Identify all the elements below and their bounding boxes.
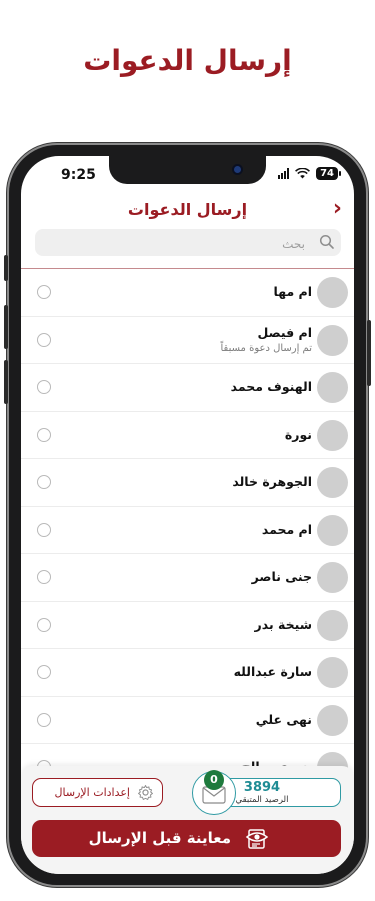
nav-title: إرسال الدعوات: [127, 200, 248, 219]
search-input[interactable]: [43, 229, 307, 258]
avatar: [317, 419, 348, 451]
avatar: [317, 324, 348, 356]
avatar: [317, 372, 348, 403]
select-radio[interactable]: [37, 332, 51, 347]
preview-before-send-button[interactable]: معاينة قبل الإرسال: [32, 820, 341, 857]
avatar: [317, 514, 348, 546]
avatar: [317, 562, 348, 593]
contact-row[interactable]: نورة: [21, 412, 354, 459]
contact-row[interactable]: الجوهرة خالد: [21, 459, 354, 507]
contact-list: ام مها ام فيصل تم إرسال دعوة مسبقاً الهن…: [21, 269, 354, 792]
contact-name: الجوهرة خالد: [232, 474, 312, 489]
notch: [109, 156, 266, 184]
eye-document-icon: [245, 829, 269, 849]
contact-row[interactable]: نهى علي: [21, 697, 354, 744]
send-settings-label: إعدادات الإرسال: [54, 786, 130, 799]
invite-count-indicator: 0: [192, 770, 236, 815]
preview-label: معاينة قبل الإرسال: [88, 829, 231, 847]
contact-row[interactable]: ام محمد: [21, 507, 354, 554]
select-radio[interactable]: [37, 427, 51, 442]
select-radio[interactable]: [37, 475, 51, 489]
contact-name: ام محمد: [261, 521, 312, 537]
contact-name: جنى ناصر: [251, 569, 312, 584]
select-radio[interactable]: [37, 522, 51, 537]
contact-name: نهى علي: [255, 711, 312, 727]
nav-bar: إرسال الدعوات ›: [21, 198, 354, 224]
camera-dot: [234, 166, 241, 173]
page-heading: إرسال الدعوات: [83, 44, 292, 77]
select-radio[interactable]: [37, 617, 51, 632]
contact-name: شيخة بدر: [254, 616, 312, 632]
phone-volume-up: [4, 305, 8, 349]
search-icon: [319, 234, 334, 249]
contact-row[interactable]: سارة عبدالله: [21, 649, 354, 697]
contact-status: تم إرسال دعوة مسبقاً: [220, 342, 313, 354]
signal-icon: [278, 168, 290, 179]
contact-row[interactable]: ام فيصل تم إرسال دعوة مسبقاً: [21, 317, 354, 364]
phone-volume-down: [4, 360, 8, 404]
select-radio[interactable]: [37, 285, 51, 299]
gear-icon: [138, 785, 153, 800]
avatar: [317, 657, 348, 688]
avatar: [317, 277, 348, 308]
contact-row[interactable]: الهنوف محمد: [21, 364, 354, 412]
status-time: 9:25: [61, 167, 96, 183]
avatar: [317, 609, 348, 641]
select-radio[interactable]: [37, 665, 51, 679]
avatar: [317, 704, 348, 736]
app-screen: 9:25 74 إرسال الدعوات › بحث ام مها ام في…: [21, 156, 354, 874]
bottom-action-panel: إعدادات الإرسال 3894 الرصيد المتبقي 0 مع…: [21, 766, 354, 874]
send-settings-button[interactable]: إعدادات الإرسال: [32, 778, 163, 807]
contact-row[interactable]: ام مها: [21, 269, 354, 317]
status-icons: 74: [278, 167, 341, 180]
wifi-icon: [295, 168, 311, 179]
phone-side-button: [367, 320, 371, 386]
select-radio[interactable]: [37, 380, 51, 394]
phone-mute-switch: [4, 255, 8, 281]
contact-name: ام فيصل: [257, 324, 312, 340]
contact-name: سارة عبدالله: [233, 664, 312, 679]
avatar: [317, 467, 348, 498]
search-bar[interactable]: [35, 229, 341, 258]
selected-count-badge: 0: [204, 770, 224, 790]
contact-row[interactable]: جنى ناصر: [21, 554, 354, 602]
contact-row[interactable]: شيخة بدر: [21, 602, 354, 649]
select-radio[interactable]: [37, 570, 51, 584]
contact-name: نورة: [284, 426, 312, 442]
select-radio[interactable]: [37, 712, 51, 727]
chevron-right-icon[interactable]: ›: [333, 198, 342, 220]
contact-name: الهنوف محمد: [230, 379, 312, 394]
battery-indicator: 74: [316, 167, 341, 180]
phone-frame: 9:25 74 إرسال الدعوات › بحث ام مها ام في…: [4, 145, 371, 885]
contact-name: ام مها: [273, 284, 312, 299]
